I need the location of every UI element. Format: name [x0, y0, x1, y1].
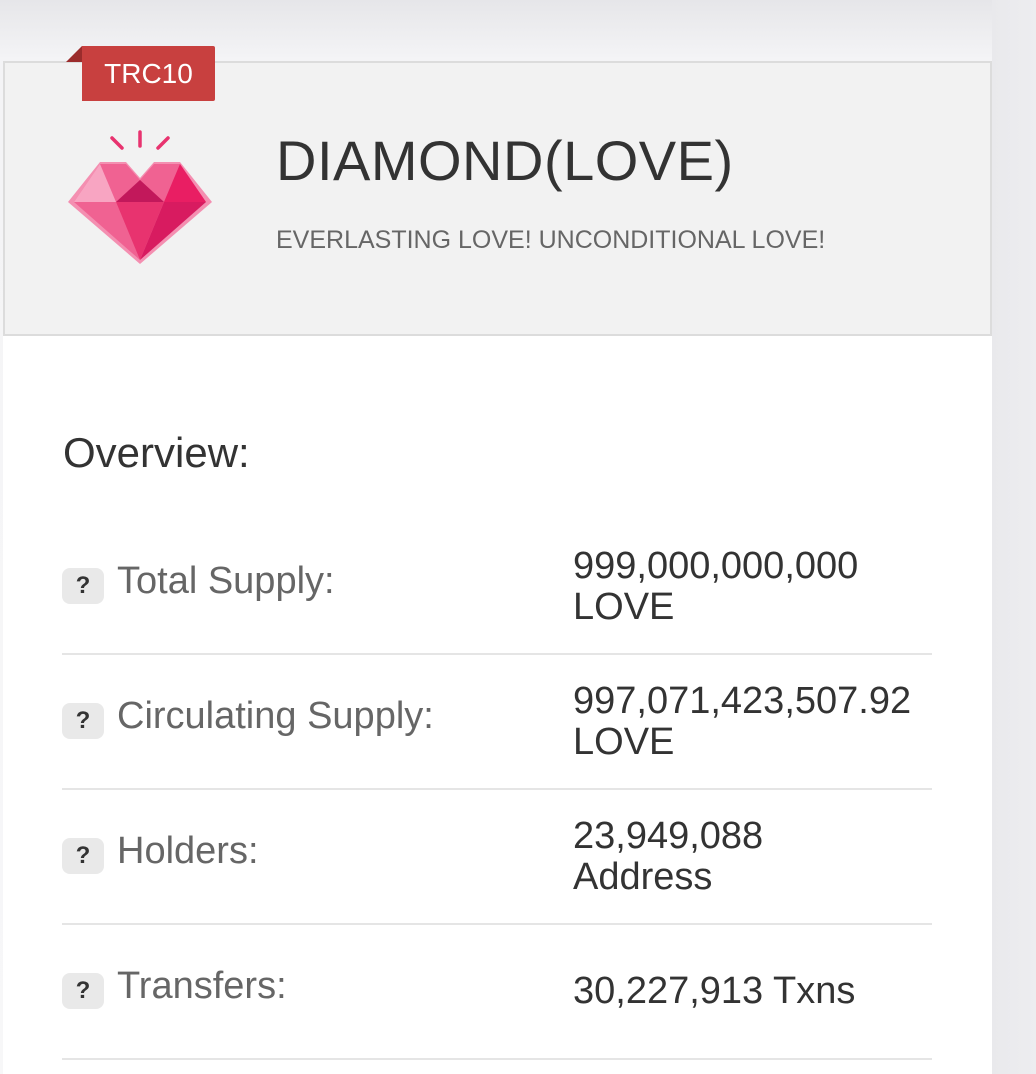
overview-heading: Overview: [63, 429, 250, 476]
row-value: 999,000,000,000 LOVE [573, 546, 953, 628]
row-label: Holders: [117, 830, 259, 872]
row-label: Total Supply: [117, 560, 335, 602]
help-icon[interactable]: ? [62, 703, 104, 739]
value-unit: LOVE [573, 721, 675, 763]
help-icon[interactable]: ? [62, 838, 104, 874]
overview-row-transfers: ? Transfers: 30,227,913 Txns [62, 925, 932, 1060]
value-unit: LOVE [573, 586, 675, 628]
overview-row-total-supply: ? Total Supply: 999,000,000,000 LOVE [62, 530, 932, 655]
overview-row-circulating-supply: ? Circulating Supply: 997,071,423,507.92… [62, 655, 932, 790]
value-unit: Address [573, 856, 713, 898]
value-amount: 997,071,423,507.92 [573, 680, 912, 722]
row-label: Circulating Supply: [117, 695, 434, 737]
token-name: DIAMOND(LOVE) [276, 129, 734, 192]
row-value: 23,949,088 Address [573, 816, 953, 898]
row-label: Transfers: [117, 965, 287, 1007]
help-icon[interactable]: ? [62, 568, 104, 604]
value-amount: 999,000,000,000 [573, 545, 859, 587]
tag-ribbon-fold [66, 46, 82, 62]
token-standard-tag: TRC10 [82, 46, 215, 101]
help-icon[interactable]: ? [62, 973, 104, 1009]
value-amount: 30,227,913 Txns [573, 970, 856, 1012]
overview-row-holders: ? Holders: 23,949,088 Address [62, 790, 932, 925]
token-description: EVERLASTING LOVE! UNCONDITIONAL LOVE! [276, 226, 826, 254]
row-value: 997,071,423,507.92 LOVE [573, 681, 953, 763]
value-amount: 23,949,088 [573, 815, 764, 857]
pink-diamond-heart-icon [64, 126, 216, 270]
row-value: 30,227,913 Txns [573, 971, 953, 1012]
right-margin-strip [992, 0, 1036, 1074]
